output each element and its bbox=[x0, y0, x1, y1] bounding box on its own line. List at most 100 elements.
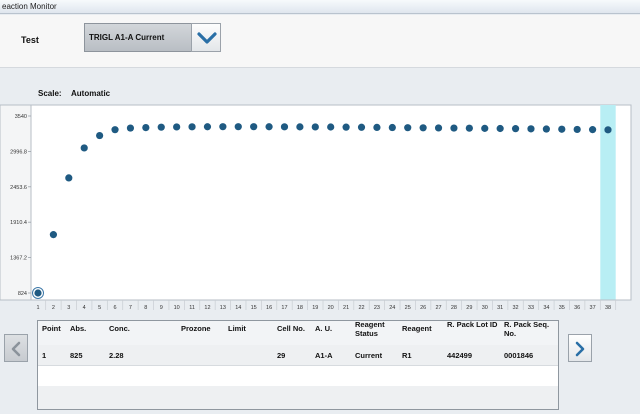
x-tick-label: 38 bbox=[605, 305, 611, 311]
data-point bbox=[34, 289, 42, 297]
x-tick-label: 2 bbox=[52, 305, 55, 311]
col-header-lot-id: R. Pack Lot ID bbox=[447, 320, 498, 329]
data-point bbox=[280, 123, 289, 131]
col-header-limit: Limit bbox=[228, 324, 246, 333]
x-tick-label: 6 bbox=[113, 305, 116, 311]
col-header-prozone: Prozone bbox=[181, 324, 211, 333]
x-tick-label: 22 bbox=[358, 305, 364, 311]
col-header-point: Point bbox=[42, 324, 61, 333]
col-header-abs: Abs. bbox=[70, 324, 87, 333]
x-tick-label: 9 bbox=[160, 305, 163, 311]
y-tick-label: 1910.4 bbox=[10, 220, 27, 226]
x-tick-label: 5 bbox=[98, 305, 101, 311]
table-empty-row bbox=[38, 366, 558, 386]
cell-lot-id: 442499 bbox=[447, 351, 473, 360]
chevron-down-icon bbox=[197, 32, 217, 44]
cell-seq-no: 0001846 bbox=[504, 351, 534, 360]
data-point bbox=[465, 124, 473, 132]
x-tick-label: 16 bbox=[266, 305, 272, 311]
x-tick-label: 23 bbox=[374, 305, 380, 311]
x-tick-label: 15 bbox=[251, 305, 257, 311]
col-header-reagent-status: Reagent Status bbox=[355, 320, 385, 338]
cell-abs: 825 bbox=[70, 351, 83, 360]
col-header-reagent: Reagent bbox=[402, 324, 432, 333]
x-tick-label: 14 bbox=[235, 305, 241, 311]
x-tick-label: 30 bbox=[482, 305, 488, 311]
data-point bbox=[126, 124, 135, 132]
highlighted-column bbox=[600, 105, 616, 300]
col-header-au: A. U. bbox=[315, 324, 333, 333]
data-point bbox=[404, 124, 412, 132]
x-tick-label: 11 bbox=[189, 305, 195, 311]
x-tick-label: 29 bbox=[466, 305, 472, 311]
cell-au: A1-A bbox=[315, 351, 333, 360]
x-tick-label: 19 bbox=[312, 305, 318, 311]
y-tick-label: 3540 bbox=[15, 114, 27, 120]
y-axis-panel bbox=[0, 104, 32, 301]
reaction-chart: 8241367.21910.42453.62996.83540 12345678… bbox=[0, 104, 632, 311]
data-point bbox=[265, 123, 273, 131]
data-point bbox=[450, 124, 458, 132]
data-point bbox=[434, 124, 443, 132]
point-details-table: Point Abs. Conc. Prozone Limit Cell No. … bbox=[37, 320, 559, 410]
data-point bbox=[388, 123, 396, 132]
data-point bbox=[250, 123, 258, 131]
chevron-left-icon bbox=[11, 341, 21, 357]
x-tick-label: 3 bbox=[67, 305, 70, 311]
x-tick-label: 26 bbox=[420, 305, 426, 311]
y-tick-label: 2453.6 bbox=[10, 185, 27, 191]
test-select[interactable]: TRIGL A1-A Current bbox=[84, 23, 192, 52]
x-tick-label: 13 bbox=[220, 305, 226, 311]
x-tick-label: 17 bbox=[281, 305, 287, 311]
next-point-button[interactable] bbox=[568, 334, 592, 362]
table-row[interactable]: 1 825 2.28 29 A1-A Current R1 442499 000… bbox=[38, 345, 558, 366]
x-tick-label: 21 bbox=[343, 305, 349, 311]
x-tick-label: 10 bbox=[174, 305, 180, 311]
x-tick-label: 7 bbox=[129, 305, 132, 311]
window-title: eaction Monitor bbox=[0, 0, 640, 14]
data-point bbox=[327, 123, 335, 131]
data-point bbox=[573, 125, 581, 134]
x-tick-label: 20 bbox=[328, 305, 334, 311]
data-point bbox=[342, 123, 350, 131]
table-empty-row bbox=[38, 386, 558, 409]
x-tick-label: 25 bbox=[405, 305, 411, 311]
test-dropdown-button[interactable] bbox=[191, 23, 221, 52]
x-tick-label: 27 bbox=[435, 305, 441, 311]
previous-point-button[interactable] bbox=[4, 334, 28, 362]
x-tick-label: 4 bbox=[83, 305, 86, 311]
data-point bbox=[357, 123, 366, 131]
x-tick-label: 18 bbox=[297, 305, 303, 311]
col-header-seq-no: R. Pack Seq. No. bbox=[504, 320, 550, 338]
data-point bbox=[558, 125, 566, 133]
data-point bbox=[111, 126, 119, 134]
x-tick-label: 36 bbox=[574, 305, 580, 311]
chevron-right-icon bbox=[575, 341, 585, 357]
x-tick-label: 37 bbox=[590, 305, 596, 311]
data-point bbox=[49, 231, 58, 239]
data-point bbox=[157, 123, 165, 131]
data-point bbox=[604, 126, 612, 134]
data-point bbox=[203, 123, 212, 131]
data-point bbox=[219, 123, 227, 131]
data-point bbox=[481, 124, 489, 132]
data-point bbox=[173, 123, 181, 131]
data-point bbox=[188, 123, 196, 131]
cell-reagent-status: Current bbox=[355, 351, 383, 360]
y-tick-label: 824 bbox=[18, 291, 27, 297]
table-header-row: Point Abs. Conc. Prozone Limit Cell No. … bbox=[38, 321, 558, 345]
data-point bbox=[527, 125, 535, 133]
data-point bbox=[142, 124, 150, 132]
cell-reagent: R1 bbox=[402, 351, 412, 360]
data-point bbox=[542, 125, 550, 133]
scale-label: Scale: bbox=[38, 89, 62, 98]
scale-value: Automatic bbox=[71, 89, 111, 98]
data-point bbox=[80, 144, 88, 152]
data-point bbox=[496, 124, 504, 133]
x-tick-label: 28 bbox=[451, 305, 457, 311]
y-tick-label: 2996.8 bbox=[10, 149, 27, 155]
x-tick-label: 8 bbox=[144, 305, 147, 311]
chart-plot-area bbox=[30, 104, 632, 301]
data-point bbox=[296, 123, 304, 131]
x-tick-label: 32 bbox=[513, 305, 519, 311]
